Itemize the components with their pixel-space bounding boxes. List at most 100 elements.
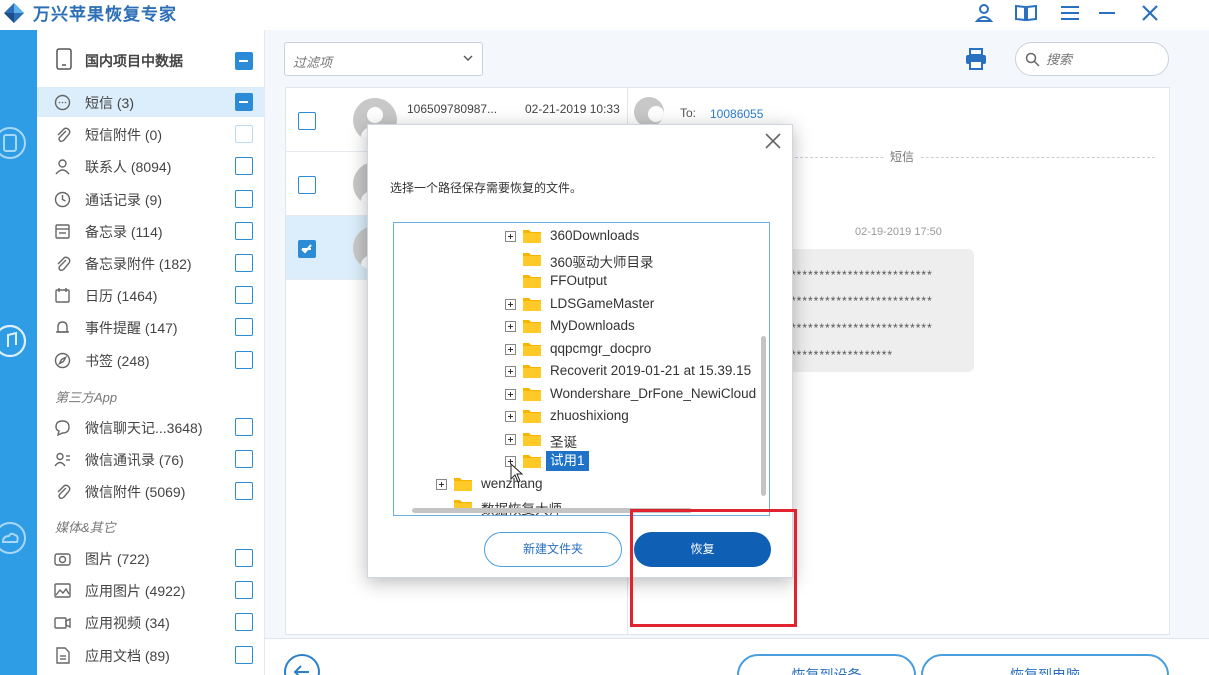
tree-vertical-scrollbar[interactable] [761,336,766,496]
message-checkbox[interactable] [298,176,316,194]
expand-toggle-icon[interactable] [505,433,516,445]
itunes-recover-icon[interactable] [0,323,28,359]
folder-tree-item[interactable]: 试用1 [505,450,769,472]
search-input[interactable] [1046,49,1156,69]
folder-tree-item[interactable]: MyDownloads [505,315,769,337]
annotation-highlight-box [630,509,797,627]
sidebar-item-checkbox[interactable] [235,418,253,436]
folder-icon [523,297,541,311]
folder-tree-item[interactable]: wenzhang [436,473,769,495]
sidebar-item[interactable]: 微信附件 (5069) [37,476,265,506]
folder-icon [523,387,541,401]
sidebar-item-checkbox[interactable] [235,157,253,176]
device-recover-icon[interactable] [0,125,28,161]
sidebar-item[interactable]: 短信附件 (0) [37,119,265,149]
sidebar-item[interactable]: 备忘录 (114) [37,216,265,246]
sidebar-item-checkbox[interactable] [235,482,253,501]
sidebar-item-checkbox[interactable] [235,645,253,664]
sidebar-item-checkbox[interactable] [235,450,253,469]
expand-toggle-icon[interactable] [505,343,516,355]
sidebar-item[interactable]: 微信聊天记...3648) [37,412,265,442]
folder-name: 圣诞 [550,434,577,450]
dialog-close-icon[interactable] [762,130,784,152]
folder-name: Recoverit 2019-01-21 at 15.39.15 [550,363,752,378]
sidebar-item-checkbox[interactable] [235,221,253,240]
folder-icon [523,230,541,243]
dialog-prompt: 选择一个路径保存需要恢复的文件。 [390,181,583,195]
title-bar: 万兴苹果恢复专家 [0,0,1209,30]
message-checkbox[interactable] [298,112,316,130]
folder-tree-item[interactable]: Wondershare_DrFone_NewiCloud [505,383,769,405]
filter-dropdown[interactable]: 过滤项 [284,42,483,76]
sidebar-item-checkbox[interactable] [235,189,253,208]
book-icon[interactable] [1014,2,1038,24]
expand-toggle-icon[interactable] [505,298,516,310]
sidebar-item[interactable]: 应用文档 (89) [37,640,265,670]
sidebar-item[interactable]: 备忘录附件 (182) [37,248,265,278]
folder-icon [523,432,541,446]
folder-tree-item[interactable]: FFOutput [505,270,769,292]
sidebar-item[interactable]: 联系人 (8094) [37,151,265,181]
folder-tree-item[interactable]: LDSGameMaster [505,293,769,315]
sidebar-item-checkbox[interactable] [235,286,253,305]
sidebar-item[interactable]: 书签 (248) [37,345,265,375]
expand-toggle-icon[interactable] [505,366,516,377]
folder-tree-item[interactable]: 360Downloads [505,225,769,247]
sidebar-item-checkbox[interactable] [235,125,253,144]
folder-tree[interactable]: 360Downloads 360驱动大师目录 FFOutput LDSGameMast… [393,222,770,516]
sidebar-header: 国内项目中数据 [37,42,265,78]
print-icon[interactable] [965,48,987,70]
expand-toggle-icon[interactable] [505,231,516,242]
user-icon[interactable] [972,2,996,24]
sidebar-item-checkbox[interactable] [235,254,253,272]
folder-icon [454,477,472,491]
sidebar-item[interactable]: 应用图片 (4922) [37,575,265,605]
sidebar-item-checkbox[interactable] [235,350,253,369]
to-number: 10086055 [710,107,764,121]
message-date: 02-21-2019 10:33 [525,102,620,116]
close-icon[interactable] [1138,2,1162,24]
icloud-recover-icon[interactable] [0,520,28,556]
search-box[interactable] [1015,42,1169,76]
sidebar-item-checkbox[interactable] [235,549,253,567]
sidebar-item-label: 书签 (248) [85,352,150,369]
select-all-checkbox[interactable] [235,52,253,70]
restore-to-pc-button[interactable]: 恢复到电脑 [921,654,1169,675]
restore-to-device-button[interactable]: 恢复到设备 [737,654,916,675]
expand-toggle-icon[interactable] [436,478,447,490]
new-folder-button[interactable]: 新建文件夹 [484,532,622,567]
folder-name: MyDownloads [550,318,635,333]
folder-name: qqpcmgr_docpro [550,340,652,356]
search-icon [1025,52,1040,67]
clock-icon [54,191,71,207]
expand-toggle-icon[interactable] [505,388,516,400]
sidebar-item[interactable]: 微信通讯录 (76) [37,444,265,474]
minimize-icon[interactable] [1095,2,1119,24]
sidebar-item[interactable]: 通话记录 (9) [37,184,265,214]
sidebar-item[interactable]: 事件提醒 (147) [37,312,265,342]
detail-time: 02-19-2019 17:50 [855,226,942,238]
paperclip-icon [57,127,71,143]
sidebar-item-checkbox[interactable] [235,581,253,600]
sidebar-item[interactable]: 日历 (1464) [37,280,265,310]
expand-toggle-icon[interactable] [505,411,516,422]
folder-tree-item[interactable]: 360驱动大师目录 [505,248,769,270]
expand-toggle-icon[interactable] [505,321,516,332]
sidebar-item[interactable]: 图片 (722) [37,543,265,573]
sidebar-item[interactable]: 应用视频 (34) [37,607,265,637]
menu-icon[interactable] [1058,2,1082,24]
note-icon [55,224,70,239]
folder-tree-item[interactable]: zhuoshixiong [505,405,769,427]
sidebar-item[interactable]: 短信 (3) [37,87,265,117]
message-checkbox[interactable] [298,240,316,258]
sidebar-item-checkbox[interactable] [235,93,253,111]
section-third-party: 第三方App [55,390,118,405]
sidebar-item-checkbox[interactable] [235,318,253,337]
folder-tree-item[interactable]: Recoverit 2019-01-21 at 15.39.15 [505,360,769,382]
sidebar-item-checkbox[interactable] [235,613,253,632]
folder-tree-item[interactable]: 圣诞 [505,428,769,450]
sidebar-item-label: 应用文档 (89) [85,647,170,664]
sidebar-item-label: 联系人 (8094) [85,159,172,176]
folder-tree-item[interactable]: qqpcmgr_docpro [505,338,769,360]
detail-tag: 短信 [885,148,920,165]
